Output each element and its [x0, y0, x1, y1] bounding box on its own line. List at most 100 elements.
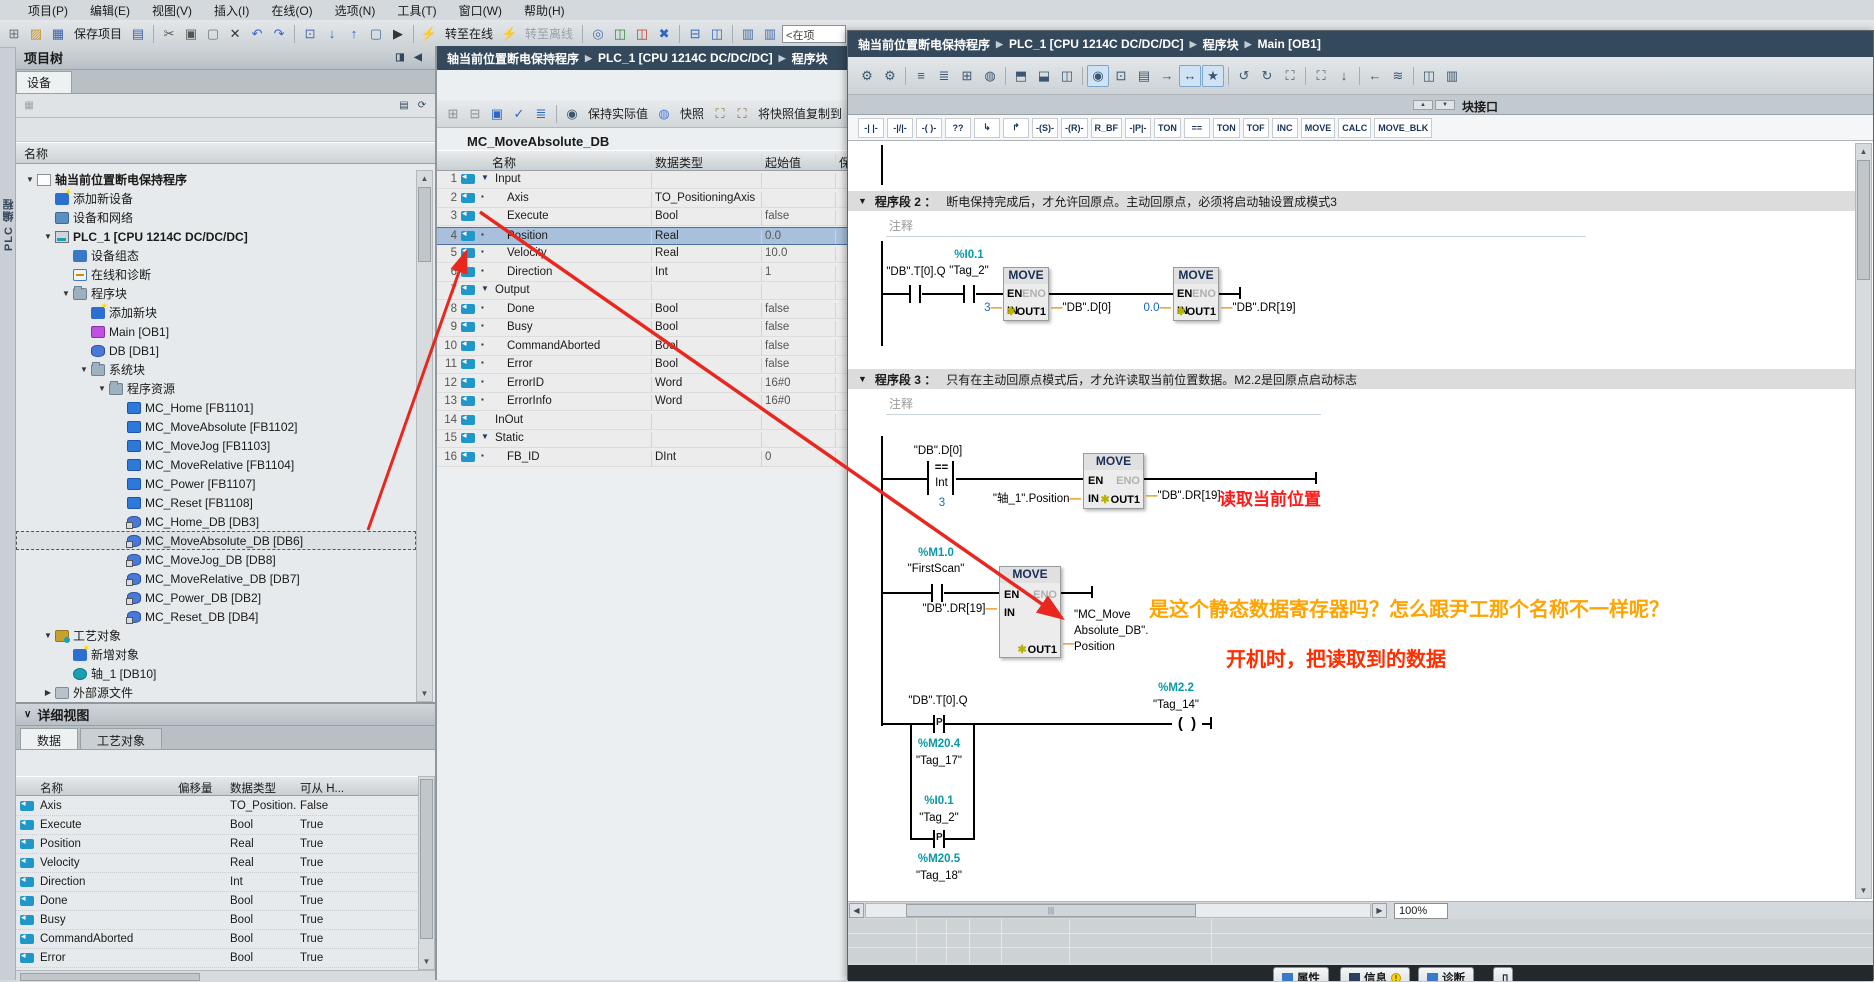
zoom-level-select[interactable]: 100%: [1394, 903, 1448, 919]
ghost-operands-icon[interactable]: ▤: [1133, 65, 1155, 87]
stop-window-icon[interactable]: ◫: [632, 24, 652, 44]
reset-start-values-icon[interactable]: ◍: [979, 65, 1001, 87]
collapse-networks-icon[interactable]: ⬓: [1033, 65, 1055, 87]
chevron-down-icon[interactable]: ∨: [24, 709, 31, 720]
add-row-icon[interactable]: ⊟: [465, 104, 485, 124]
db-row[interactable]: 6▪DirectionInt1: [437, 264, 847, 282]
open-project-icon[interactable]: ▨: [26, 24, 46, 44]
menu-item[interactable]: 插入(I): [204, 0, 259, 21]
apply-snapshot-icon[interactable]: ⛶: [1310, 65, 1332, 87]
db-row[interactable]: 13▪ErrorInfoWord16#0: [437, 393, 847, 411]
comment-toggle-icon[interactable]: ◉: [1087, 65, 1109, 87]
undo-icon[interactable]: ↶: [247, 24, 267, 44]
detail-row[interactable]: DirectionIntTrue: [16, 873, 421, 892]
refresh-icon[interactable]: ⟳: [413, 98, 431, 114]
tree-expander-icon[interactable]: ▼: [60, 289, 72, 298]
ton-coil-favorite[interactable]: TON: [1154, 118, 1181, 138]
snapshot-camera-icon[interactable]: ⛶: [1279, 65, 1301, 87]
favorites-toggle-icon[interactable]: ★: [1202, 65, 1224, 87]
compile-icon[interactable]: ⊡: [300, 24, 320, 44]
db-row[interactable]: 9▪BusyBoolfalse: [437, 319, 847, 337]
db-row[interactable]: 16▪FB_IDDInt0: [437, 449, 847, 467]
move-box[interactable]: MOVE EN ENO IN ✱OUT1: [999, 566, 1061, 658]
tree-expander-icon[interactable]: ▼: [78, 365, 90, 374]
keep-actual-icon[interactable]: ▣: [487, 104, 507, 124]
detail-row[interactable]: PositionRealTrue: [16, 835, 421, 854]
upload-from-device-icon[interactable]: ↑: [344, 24, 364, 44]
detail-row[interactable]: ErrorBoolTrue: [16, 949, 421, 968]
compare-value[interactable]: 3: [922, 497, 962, 509]
tree-item[interactable]: Main [OB1]: [16, 322, 416, 341]
move-box[interactable]: MOVE EN ENO IN ✱OUT1: [1083, 453, 1144, 509]
ton-box-favorite[interactable]: TON: [1213, 118, 1240, 138]
tree-item[interactable]: MC_Home [FB1101]: [16, 398, 416, 417]
ladder-breadcrumb[interactable]: 轴当前位置断电保持程序▶ PLC_1 [CPU 1214C DC/DC/DC]▶…: [848, 31, 1873, 57]
network2-header[interactable]: ▼ 程序段 2 ： 断电保持完成后，才允许回原点。主动回原点，必须将启动轴设置成…: [848, 191, 1858, 211]
move-output-operand[interactable]: —"DB".DR[19]: [1146, 490, 1221, 502]
delete-icon[interactable]: ✕: [225, 24, 245, 44]
network3-header[interactable]: ▼ 程序段 3 ： 只有在主动回原点模式后，才允许读取当前位置数据。M2.2是回…: [848, 369, 1858, 389]
menu-item[interactable]: 在线(O): [261, 0, 322, 21]
tab-devices[interactable]: 设备: [16, 71, 72, 93]
detail-row[interactable]: AxisTO_Position...False: [16, 797, 421, 816]
tab-info[interactable]: 信息 !: [1340, 967, 1410, 981]
print-icon[interactable]: ▤: [128, 24, 148, 44]
collapse-panel-icon[interactable]: ◀: [409, 50, 427, 66]
tree-item[interactable]: 添加新块: [16, 303, 416, 322]
menu-item[interactable]: 项目(P): [18, 0, 78, 21]
tree-item[interactable]: 在线和诊断: [16, 265, 416, 284]
tree-item[interactable]: MC_MoveAbsolute_DB [DB6]: [16, 531, 416, 550]
keep-actual-values-button[interactable]: 保持实际值: [584, 105, 652, 122]
db-row[interactable]: 1▼Input: [437, 171, 847, 189]
tab-data[interactable]: 数据: [20, 728, 78, 749]
group-expander-icon[interactable]: ▼: [481, 173, 489, 182]
auto-collapse-icon[interactable]: ◨: [391, 50, 409, 66]
split-vertical-icon[interactable]: ◫: [707, 24, 727, 44]
undo-program-icon[interactable]: ↺: [1233, 65, 1255, 87]
move-output-operand[interactable]: —"DB".DR[19]: [1221, 302, 1296, 314]
tree-item[interactable]: MC_Reset_DB [DB4]: [16, 607, 416, 626]
monitor-on-icon[interactable]: ◫: [1418, 65, 1440, 87]
network-address-icon[interactable]: ⊡: [1110, 65, 1132, 87]
move-box-favorite[interactable]: MOVE: [1301, 118, 1336, 138]
download-to-device-icon[interactable]: ↓: [322, 24, 342, 44]
compare-operand[interactable]: "DB".D[0]: [888, 445, 988, 457]
tree-item[interactable]: ▶外部源文件: [16, 683, 416, 702]
tree-item[interactable]: ▼轴当前位置断电保持程序: [16, 170, 416, 189]
cross-references-icon[interactable]: ✖: [654, 24, 674, 44]
contact-no-favorite[interactable]: -| |-: [858, 118, 884, 138]
book-icon[interactable]: ▯: [1493, 967, 1513, 981]
empty-box-favorite[interactable]: ??: [945, 118, 971, 138]
menu-item[interactable]: 帮助(H): [514, 0, 575, 21]
set-coil-favorite[interactable]: -(S)-: [1032, 118, 1058, 138]
move-output-operand[interactable]: —"DB".D[0]: [1051, 302, 1111, 314]
redo-program-icon[interactable]: ↻: [1256, 65, 1278, 87]
contact-nc-favorite[interactable]: -|/|-: [887, 118, 913, 138]
db-row[interactable]: 2▪AxisTO_PositioningAxis: [437, 190, 847, 208]
network3-comment[interactable]: 注释: [889, 395, 913, 412]
delete-network-icon[interactable]: ⚙: [879, 65, 901, 87]
tree-expander-icon[interactable]: ▶: [42, 688, 54, 697]
copy-snapshot-button[interactable]: 将快照值复制到: [754, 105, 846, 122]
operand-tag[interactable]: "Tag_2": [943, 265, 995, 277]
ladder-canvas[interactable]: ▼ 程序段 2 ： 断电保持完成后，才允许回原点。主动回原点，必须将启动轴设置成…: [848, 141, 1873, 901]
tree-item[interactable]: 轴_1 [DB10]: [16, 664, 416, 683]
no-contact[interactable]: [909, 285, 921, 303]
tree-item[interactable]: 添加新设备: [16, 189, 416, 208]
reset-coil-favorite[interactable]: -(R)-: [1061, 118, 1088, 138]
go-offline-button[interactable]: 转至离线: [521, 25, 577, 42]
window-close-icon[interactable]: ▥: [760, 24, 780, 44]
device-view-icon[interactable]: ▦: [20, 98, 38, 114]
jump-label-icon[interactable]: →: [1156, 65, 1178, 87]
coil-favorite[interactable]: -( )-: [916, 118, 942, 138]
tree-item[interactable]: ▼程序资源: [16, 379, 416, 398]
move-blk-box-favorite[interactable]: MOVE_BLK: [1374, 118, 1432, 138]
insert-row-icon[interactable]: ≡: [910, 65, 932, 87]
detail-scrollbar[interactable]: ▼: [418, 776, 435, 970]
copy-icon[interactable]: ▣: [181, 24, 201, 44]
tree-item[interactable]: ▼PLC_1 [CPU 1214C DC/DC/DC]: [16, 227, 416, 246]
menu-item[interactable]: 工具(T): [387, 0, 446, 21]
expand-networks-icon[interactable]: ⬒: [1010, 65, 1032, 87]
tab-diagnostics[interactable]: 诊断: [1418, 967, 1474, 981]
snapshot-button[interactable]: 快照: [676, 105, 708, 122]
